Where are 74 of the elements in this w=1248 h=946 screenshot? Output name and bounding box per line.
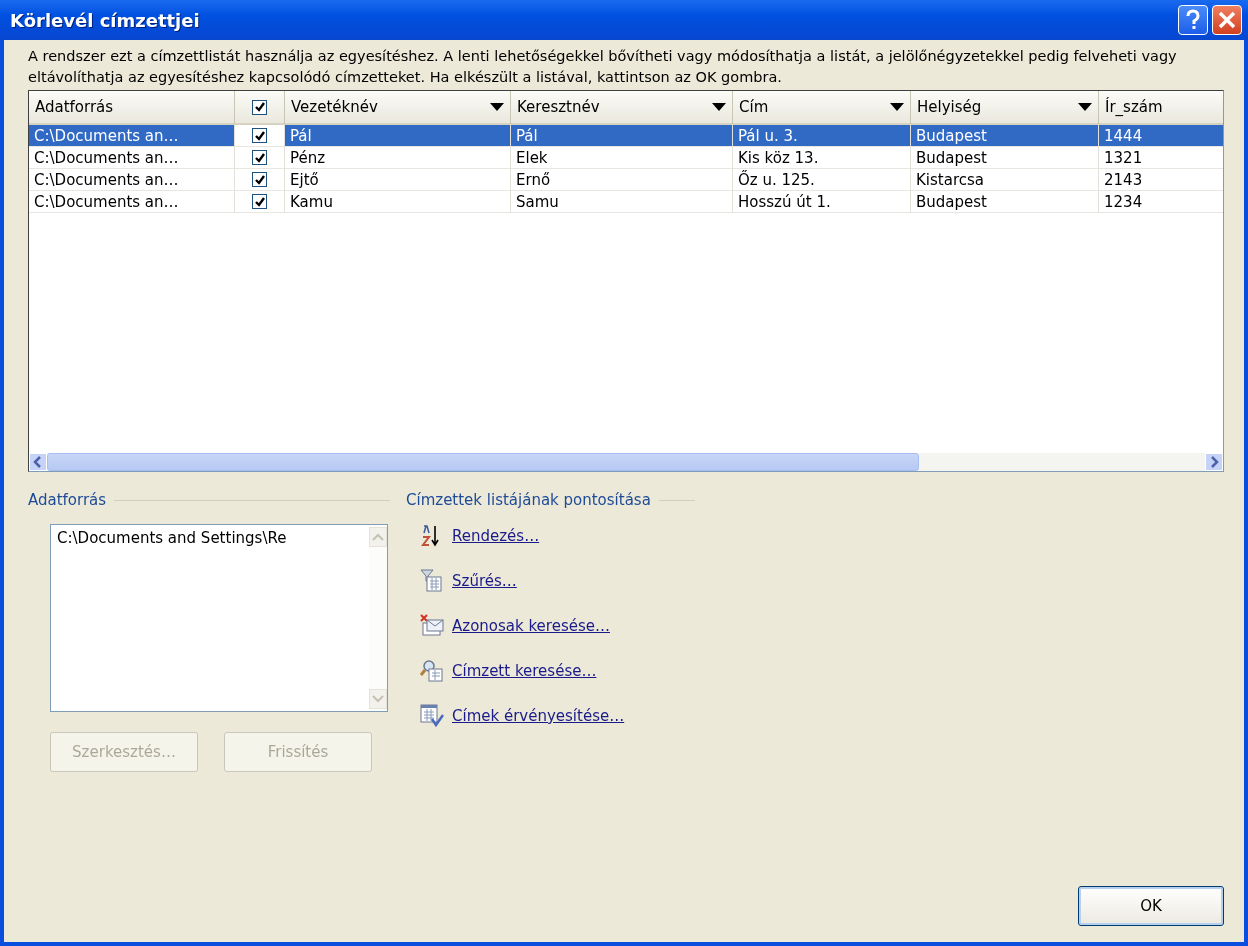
column-header-label: Adatforrás: [35, 98, 114, 116]
column-header-label: Ír_szám: [1105, 98, 1163, 116]
column-header[interactable]: Helyiség: [911, 91, 1099, 125]
checkbox[interactable]: [252, 172, 267, 187]
link[interactable]: Azonosak keresése…: [452, 616, 610, 635]
close-icon: [1217, 10, 1237, 30]
column-header-label: Keresztnév: [517, 98, 600, 116]
column-header-label: Vezetéknév: [291, 98, 378, 116]
column-header-label: Helyiség: [917, 98, 982, 116]
column-header[interactable]: Adatforrás: [29, 91, 235, 125]
column-header[interactable]: Cím: [733, 91, 911, 125]
column-header[interactable]: Ír_szám: [1099, 91, 1223, 125]
check-icon: [253, 151, 266, 164]
table-cell: Samu: [511, 191, 733, 213]
table-cell: Őz u. 125.: [733, 169, 911, 191]
scroll-left-button[interactable]: [29, 453, 47, 471]
data-source-list[interactable]: C:\Documents and Settings\Re: [50, 524, 388, 712]
table-cell: 1444: [1099, 125, 1223, 147]
link[interactable]: Rendezés…: [452, 526, 540, 545]
table-cell: C:\Documents an…: [29, 191, 235, 213]
table-check-icon: [420, 704, 444, 727]
table-cell: Elek: [511, 147, 733, 169]
envelopes-icon: [420, 614, 444, 637]
checkbox[interactable]: [252, 128, 267, 143]
table-cell: Pál: [511, 125, 733, 147]
scroll-right-button[interactable]: [1205, 453, 1223, 471]
link[interactable]: Szűrés…: [452, 571, 517, 590]
help-button[interactable]: [1178, 5, 1208, 35]
column-header-label: Cím: [739, 98, 769, 116]
scroll-thumb[interactable]: [47, 453, 919, 471]
table-cell: Ejtő: [285, 169, 511, 191]
group-title: Címzettek listájának pontosítása: [406, 491, 651, 509]
column-header[interactable]: Keresztnév: [511, 91, 733, 125]
table-cell: 2143: [1099, 169, 1223, 191]
checkbox[interactable]: [252, 150, 267, 165]
group-title: Adatforrás: [28, 491, 107, 509]
filter-table-icon: [420, 569, 444, 592]
table-cell: 1234: [1099, 191, 1223, 213]
dropdown-arrow-icon: [490, 103, 504, 111]
magnifier-table-icon: [420, 659, 444, 682]
table-cell: C:\Documents an…: [29, 169, 235, 191]
dropdown-arrow-icon: [1078, 103, 1092, 111]
dropdown-arrow-icon: [890, 103, 904, 111]
link[interactable]: Címek érvényesítése…: [452, 706, 625, 725]
table-cell: Budapest: [911, 147, 1099, 169]
dropdown-arrow-icon: [712, 103, 726, 111]
list-item[interactable]: C:\Documents and Settings\Re: [57, 529, 363, 547]
table-cell: 1321: [1099, 147, 1223, 169]
column-header[interactable]: [235, 91, 285, 125]
table-cell: Pál: [285, 125, 511, 147]
table-cell: Hosszú út 1.: [733, 191, 911, 213]
table-cell: Pál u. 3.: [733, 125, 911, 147]
description-text: A rendszer ezt a címzettlistát használja az egyesítéshez. A lenti lehetőségekkel bővítheti vagy módosíthatja a listát, a jelölőnégyzetekkel pedig felveheti vagy eltávolíthatja az egyesítéshez kapcsolódó címzetteket. Ha elkészült a listával, kattintson az OK gombra.: [28, 47, 1178, 87]
link[interactable]: Címzett keresése…: [452, 661, 597, 680]
table-cell: Kistarcsa: [911, 169, 1099, 191]
check-icon: [253, 129, 266, 142]
table-cell: Pénz: [285, 147, 511, 169]
check-icon: [253, 173, 266, 186]
column-header[interactable]: Vezetéknév: [285, 91, 511, 125]
table-cell: Kamu: [285, 191, 511, 213]
checkbox[interactable]: [252, 99, 267, 115]
table-cell: Ernő: [511, 169, 733, 191]
ok-button[interactable]: OK: [1078, 886, 1224, 926]
close-button[interactable]: [1212, 5, 1242, 35]
check-icon: [253, 101, 266, 113]
check-icon: [253, 195, 266, 208]
table-cell: Budapest: [911, 125, 1099, 147]
window-title: Körlevél címzettjei: [10, 9, 201, 31]
table-cell: C:\Documents an…: [29, 125, 235, 147]
table-cell: Budapest: [911, 191, 1099, 213]
horizontal-scrollbar[interactable]: [29, 453, 1223, 471]
table-cell: Kis köz 13.: [733, 147, 911, 169]
checkbox[interactable]: [252, 194, 267, 209]
table-cell: C:\Documents an…: [29, 147, 235, 169]
